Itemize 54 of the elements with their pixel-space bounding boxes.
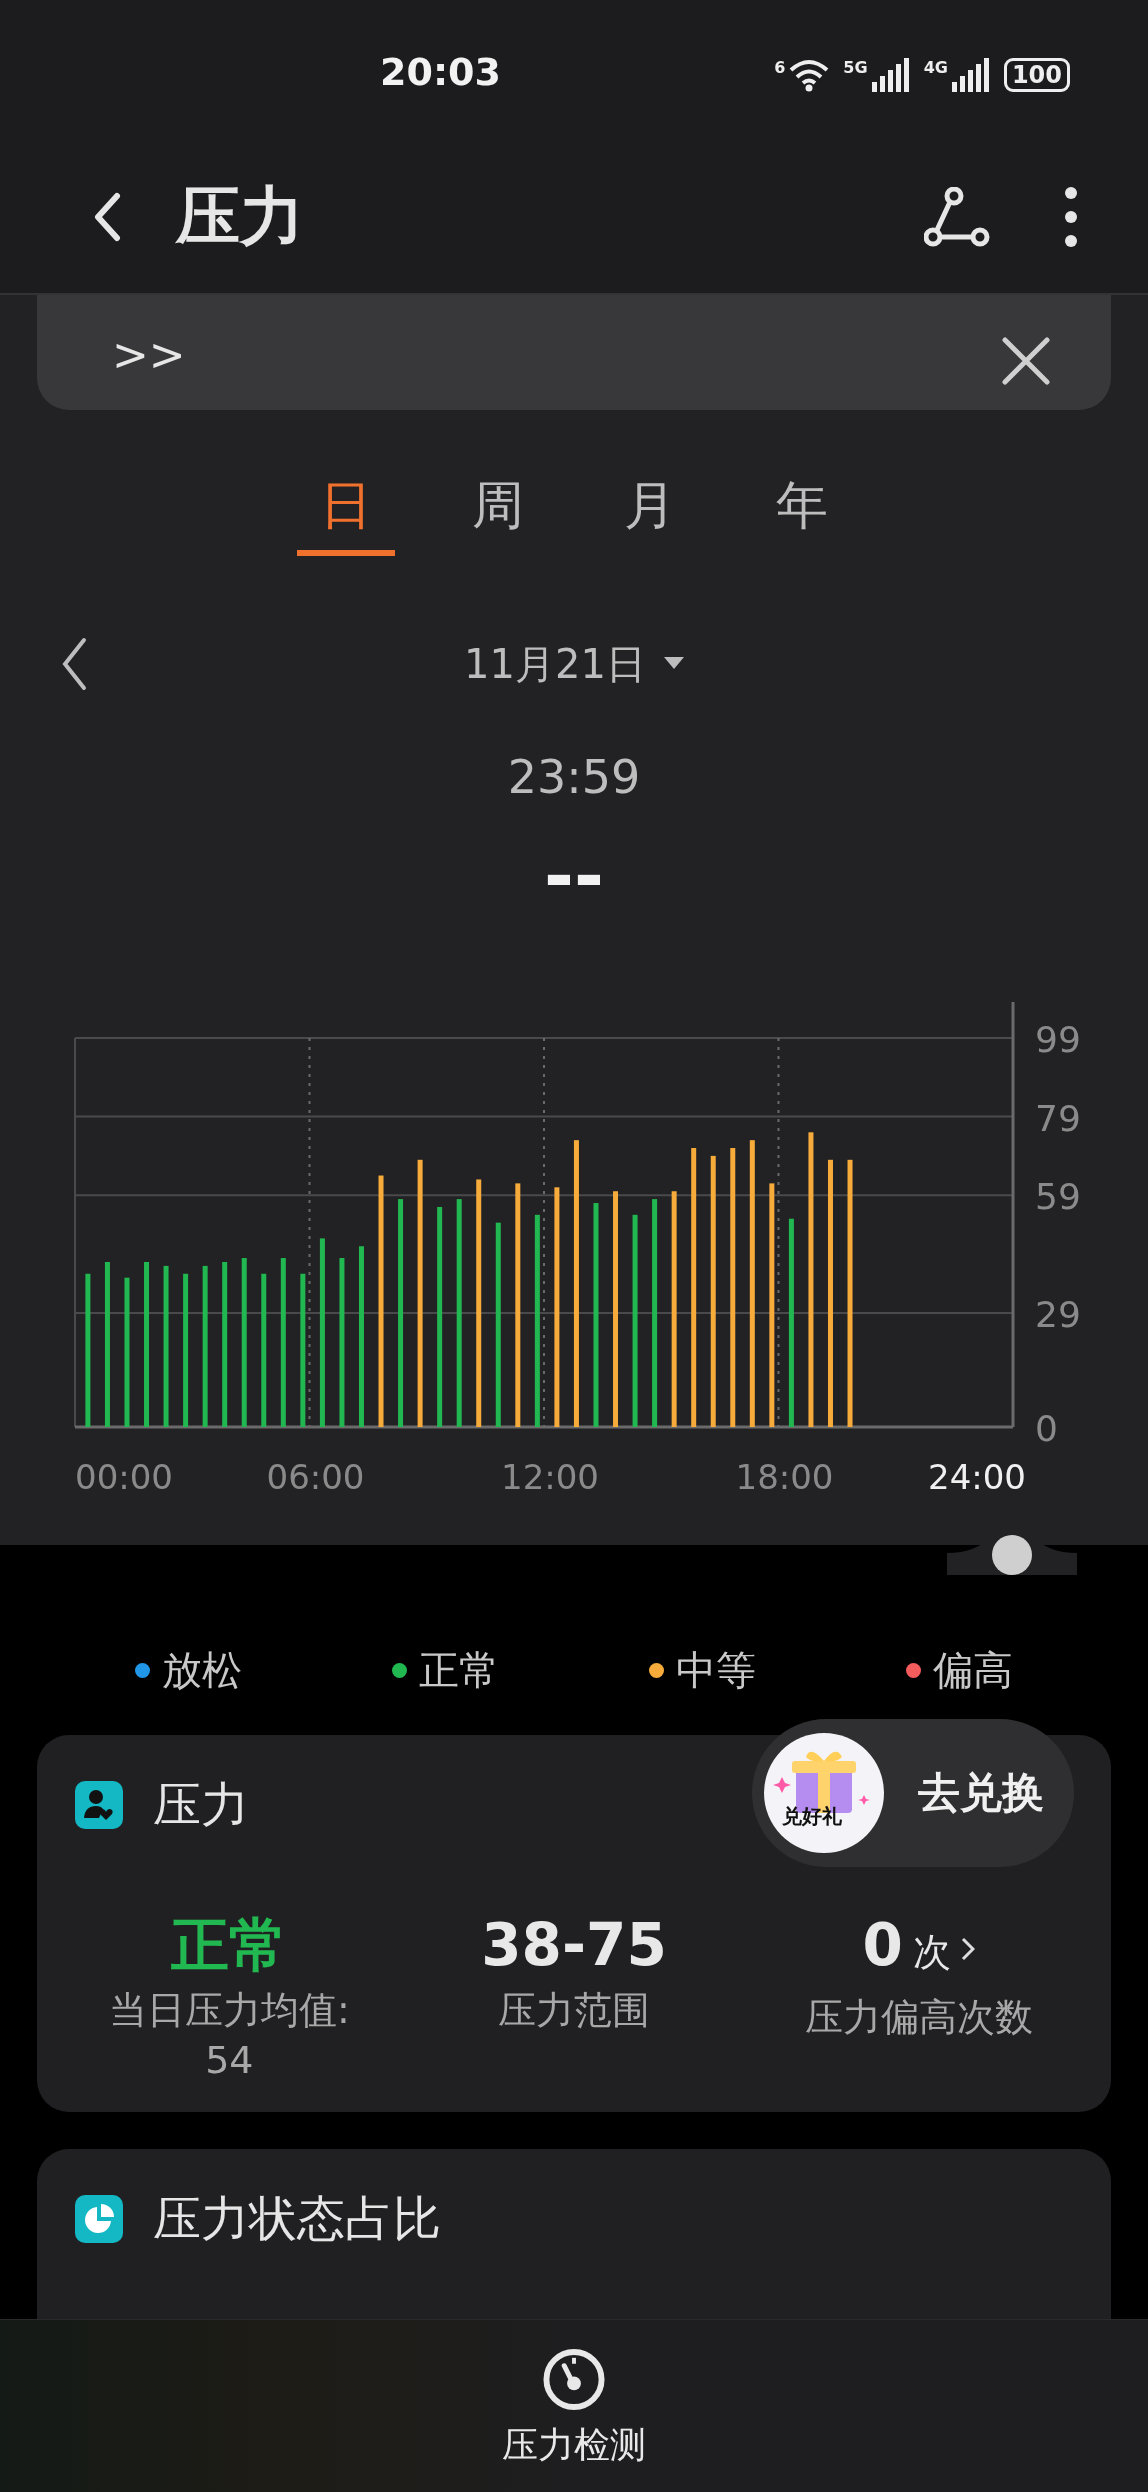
legend-label: 正常 xyxy=(419,1645,499,1695)
stat-label: 压力范围 xyxy=(498,1987,650,2034)
stress-test-button[interactable]: 压力检测 xyxy=(502,2320,646,2470)
wifi-generation-label: 6 xyxy=(774,58,786,77)
pie-icon xyxy=(75,2195,123,2243)
card-title: 压力状态占比 xyxy=(153,2189,441,2248)
more-icon[interactable] xyxy=(1064,185,1078,248)
date-picker[interactable]: 11月21日 xyxy=(464,637,684,691)
y-axis-label: 99 xyxy=(1035,1019,1081,1060)
stat-value: 38-75 xyxy=(481,1910,667,1981)
share-icon[interactable] xyxy=(924,186,990,247)
legend-label: 中等 xyxy=(676,1645,756,1695)
x-axis-label: 06:00 xyxy=(266,1457,365,1497)
x-axis-label: 00:00 xyxy=(75,1457,173,1497)
y-axis-label: 29 xyxy=(1035,1294,1081,1336)
y-axis-label: 0 xyxy=(1035,1408,1058,1449)
gift-icon xyxy=(764,1733,884,1853)
gift-label: 兑好礼 xyxy=(782,1803,842,1830)
chevron-icon xyxy=(960,1936,975,1961)
close-icon[interactable] xyxy=(1001,336,1051,386)
stat-average: 54 xyxy=(205,2037,254,2084)
x-axis-label: 24:00 xyxy=(928,1457,1026,1497)
y-axis-label: 79 xyxy=(1035,1097,1081,1139)
banner-link[interactable]: >> xyxy=(112,324,186,386)
gauge-icon xyxy=(542,2348,606,2411)
stat-label: 压力偏高次数 xyxy=(804,1994,1033,2041)
stat-value: 正常 xyxy=(171,1910,288,1981)
back-icon[interactable] xyxy=(92,191,122,242)
wifi-icon xyxy=(789,58,830,92)
page-title: 压力 xyxy=(176,178,304,255)
redeem-button[interactable]: 兑好礼 去兑换 xyxy=(752,1719,1074,1867)
period-tab[interactable]: 周 xyxy=(468,470,528,556)
reading-value: -- xyxy=(543,845,605,905)
network-label: 5G xyxy=(843,58,868,77)
period-tab[interactable]: 月 xyxy=(620,470,680,556)
period-tab[interactable]: 年 xyxy=(772,470,832,556)
period-tab[interactable]: 日 xyxy=(297,470,395,556)
y-axis-label: 59 xyxy=(1035,1176,1081,1218)
stat-value[interactable]: 0 次 xyxy=(862,1905,975,1992)
x-axis-label: 18:00 xyxy=(735,1457,834,1497)
legend-label: 放松 xyxy=(162,1645,242,1695)
battery-indicator: 100 xyxy=(1003,58,1070,92)
reading-time: 23:59 xyxy=(506,752,642,802)
caret-icon xyxy=(663,657,684,671)
previous-icon[interactable] xyxy=(60,637,88,691)
status-time: 20:03 xyxy=(380,50,501,94)
x-axis-label: 12:00 xyxy=(501,1457,599,1497)
signal-icon xyxy=(871,58,910,92)
signal-icon xyxy=(951,58,990,92)
stat-label: 当日压力均值: xyxy=(108,1987,350,2034)
legend-label: 偏高 xyxy=(933,1645,1013,1695)
card-title: 压力 xyxy=(153,1775,249,1834)
banner[interactable]: >> xyxy=(37,295,1111,410)
network-label: 4G xyxy=(923,58,948,77)
